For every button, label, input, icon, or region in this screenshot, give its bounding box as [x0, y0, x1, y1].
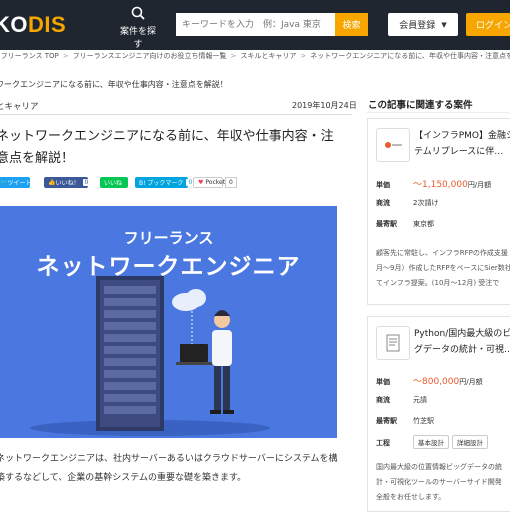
breadcrumb-item[interactable]: スキルとキャリア	[240, 52, 296, 60]
article-body: ネットワークエンジニアは、社内サーバーあるいはクラウドサーバーにシステムを構築す…	[0, 454, 338, 483]
thumbs-up-icon: 👍	[48, 179, 56, 186]
job-description: 国内最大級の位置情報ビッグデータの統 計・可視化ツールのサーバーサイド開発 全般…	[376, 463, 502, 501]
breadcrumb-item[interactable]: フリーランスエンジニア向けのお役立ち情報一覧	[73, 52, 227, 60]
job-card[interactable]: 【インフラPMO】金融システムリプレースに伴… 単価～1,150,000円/月額…	[367, 118, 510, 305]
job-card[interactable]: Python/国内最大級のビッグデータの統計・可視… 単価 ～800,000円/月…	[367, 316, 510, 512]
breadcrumb-item[interactable]: S フリーランス TOP	[0, 52, 59, 60]
line-button[interactable]: いいね	[100, 177, 128, 188]
article-title: ネットワークエンジニアになる前に、年収や仕事内容・注意点を解説！	[0, 129, 334, 166]
register-button[interactable]: 会員登録 ▼	[388, 13, 458, 36]
facebook-like-button[interactable]: 👍 いいね！ 0	[44, 177, 91, 188]
find-jobs-button[interactable]: 案件を探す	[116, 6, 160, 50]
job-commerce-row: 商流 2次請け	[376, 199, 439, 207]
job-process-row: 工程 基本設計 詳細設計	[376, 435, 491, 449]
job-price-row: 単価 ～1,150,000円/月額	[376, 180, 492, 190]
like-count: 0	[82, 179, 91, 186]
related-jobs-heading: この記事に関連する案件	[368, 100, 473, 111]
article-heading: ワークエンジニアになる前に、年収や仕事内容・注意点を解説！	[0, 80, 228, 89]
process-tag: 基本設計	[413, 435, 449, 449]
breadcrumb-current: ネットワークエンジニアになる前に、年収や仕事内容・注意点を解説！	[310, 52, 510, 60]
login-button[interactable]: ログイン	[466, 13, 510, 36]
divider	[0, 114, 352, 115]
pocket-button[interactable]: ♥ Pocket	[193, 177, 225, 188]
divider	[366, 112, 510, 113]
job-title[interactable]: Python/国内最大級のビッグデータの統計・可視…	[414, 326, 510, 358]
job-station-row: 最寄駅 東京都	[376, 220, 434, 228]
search-bar: 検索	[176, 13, 368, 36]
document-icon	[376, 326, 410, 360]
job-commerce-row: 商流 元請	[376, 396, 427, 404]
tweet-button[interactable]: 🐦 ツイート	[0, 177, 32, 188]
find-jobs-label: 案件を探す	[119, 27, 156, 50]
job-price-row: 単価 ～800,000円/月額	[376, 377, 483, 387]
process-tag: 詳細設計	[452, 435, 488, 449]
article-date: 2019年10月24日	[292, 101, 357, 110]
breadcrumb: S フリーランス TOP > フリーランスエンジニア向けのお役立ち情報一覧 > スキルと…	[0, 51, 510, 61]
site-header: KODIS 案件を探す 検索 会員登録▼ ログイン	[0, 0, 510, 50]
search-input[interactable]	[176, 13, 335, 36]
hero-image: フリーランス ネットワークエンジニア	[0, 206, 337, 438]
server-illustration	[30, 276, 270, 436]
pocket-count: 0	[225, 177, 237, 188]
pocket-icon: ♥	[198, 179, 204, 186]
article-category[interactable]: とキャリア	[0, 100, 39, 112]
chevron-down-icon: ▼	[441, 20, 447, 29]
hatena-bookmark-button[interactable]: B! ブックマーク 0	[135, 177, 195, 188]
job-description: 顧客先に常駐し、インフラRFPの作成支援 月〜9月）作成したRFPをベースにSi…	[376, 249, 510, 287]
site-logo[interactable]: KODIS	[0, 12, 66, 38]
twitter-icon: 🐦	[0, 179, 8, 186]
search-button[interactable]: 検索	[335, 13, 368, 36]
job-station-row: 最寄駅 竹芝駅	[376, 417, 434, 425]
search-icon	[131, 6, 145, 20]
job-title[interactable]: 【インフラPMO】金融システムリプレースに伴…	[414, 128, 510, 160]
company-logo	[376, 128, 410, 162]
